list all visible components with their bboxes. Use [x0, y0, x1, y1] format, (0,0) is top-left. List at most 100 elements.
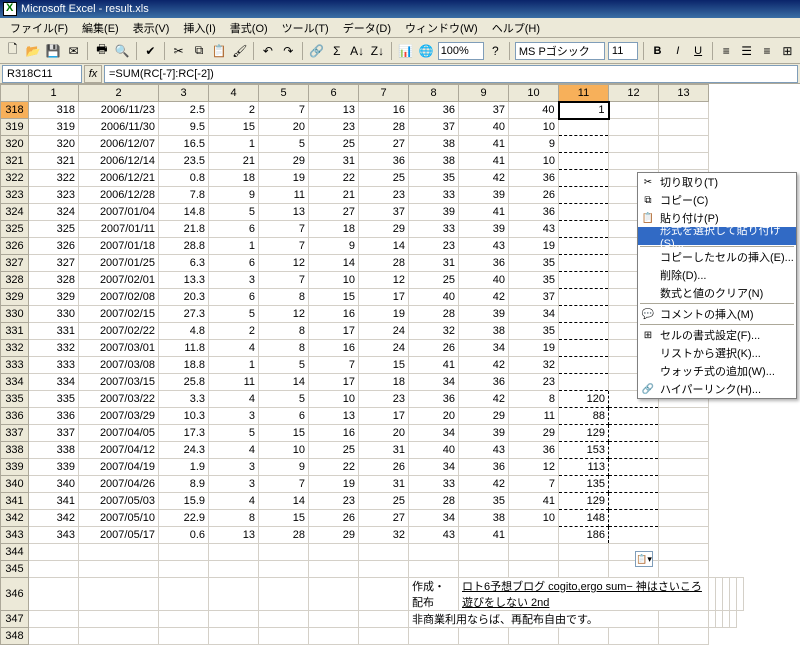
row-header[interactable]: 326: [1, 238, 29, 255]
row-header[interactable]: 322: [1, 170, 29, 187]
sum-icon[interactable]: Σ: [328, 41, 345, 61]
cell[interactable]: 34: [509, 306, 559, 323]
cell[interactable]: 1.9: [159, 459, 209, 476]
cell[interactable]: [29, 578, 79, 611]
cell[interactable]: 16: [359, 102, 409, 119]
cell[interactable]: [209, 628, 259, 645]
cell[interactable]: 341: [29, 493, 79, 510]
cell[interactable]: 21.8: [159, 221, 209, 238]
menu-tools[interactable]: ツール(T): [276, 18, 335, 38]
cell[interactable]: 6: [209, 255, 259, 272]
cell[interactable]: [659, 136, 709, 153]
col-header[interactable]: 4: [209, 85, 259, 102]
cell[interactable]: 31: [309, 153, 359, 170]
align-center-icon[interactable]: ☰: [738, 41, 755, 61]
cell[interactable]: 3: [209, 272, 259, 289]
cell[interactable]: 10: [259, 442, 309, 459]
cell[interactable]: 7: [259, 238, 309, 255]
cell[interactable]: 18: [309, 221, 359, 238]
copy-icon[interactable]: ⧉: [190, 41, 207, 61]
cell[interactable]: [709, 578, 716, 611]
cell[interactable]: 28: [409, 306, 459, 323]
menu-data[interactable]: データ(D): [337, 18, 397, 38]
cell[interactable]: 39: [459, 187, 509, 204]
cell[interactable]: 88: [559, 408, 609, 425]
cell[interactable]: 39: [459, 306, 509, 323]
cell[interactable]: [209, 611, 259, 628]
cell[interactable]: 329: [29, 289, 79, 306]
cell[interactable]: 23: [309, 119, 359, 136]
cell[interactable]: 10: [509, 119, 559, 136]
cell[interactable]: 2007/05/17: [79, 527, 159, 544]
cell[interactable]: 113: [559, 459, 609, 476]
fontsize-select[interactable]: [608, 42, 638, 60]
cell[interactable]: 186: [559, 527, 609, 544]
ctx-insert[interactable]: コピーしたセルの挿入(E)...: [638, 248, 796, 266]
cell[interactable]: 37: [459, 102, 509, 119]
spell-icon[interactable]: ✔: [142, 41, 159, 61]
zoom-input[interactable]: [438, 42, 484, 60]
cell[interactable]: [559, 221, 609, 238]
cell[interactable]: [459, 544, 509, 561]
cell[interactable]: [29, 611, 79, 628]
cell[interactable]: [716, 578, 723, 611]
menu-window[interactable]: ウィンドウ(W): [399, 18, 484, 38]
cell[interactable]: [309, 561, 359, 578]
cell[interactable]: 324: [29, 204, 79, 221]
cell[interactable]: 2007/04/26: [79, 476, 159, 493]
row-header[interactable]: 324: [1, 204, 29, 221]
cell[interactable]: 27: [309, 204, 359, 221]
cell[interactable]: [659, 527, 709, 544]
cell[interactable]: 28.8: [159, 238, 209, 255]
cell[interactable]: [209, 578, 259, 611]
cell[interactable]: [559, 119, 609, 136]
menu-help[interactable]: ヘルプ(H): [486, 18, 546, 38]
cell[interactable]: [359, 544, 409, 561]
cell[interactable]: [559, 204, 609, 221]
cell[interactable]: 20: [359, 425, 409, 442]
cell[interactable]: 5: [259, 391, 309, 408]
col-header[interactable]: 11: [559, 85, 609, 102]
cell[interactable]: 19: [509, 340, 559, 357]
col-header[interactable]: 13: [659, 85, 709, 102]
cell[interactable]: [359, 561, 409, 578]
cell[interactable]: [723, 611, 730, 628]
cell[interactable]: [659, 459, 709, 476]
cell[interactable]: 34: [459, 340, 509, 357]
cell[interactable]: 28: [259, 527, 309, 544]
cell[interactable]: 16: [309, 306, 359, 323]
cell[interactable]: 13: [209, 527, 259, 544]
row-header[interactable]: 329: [1, 289, 29, 306]
cell[interactable]: 22.9: [159, 510, 209, 527]
cell[interactable]: [609, 102, 659, 119]
cell[interactable]: 42: [459, 357, 509, 374]
cell[interactable]: 2007/03/01: [79, 340, 159, 357]
paste-icon[interactable]: 📋: [211, 41, 228, 61]
row-header[interactable]: 341: [1, 493, 29, 510]
cell[interactable]: 16.5: [159, 136, 209, 153]
cell[interactable]: [79, 611, 159, 628]
cell[interactable]: [659, 102, 709, 119]
cell[interactable]: [559, 628, 609, 645]
row-header[interactable]: 320: [1, 136, 29, 153]
cell[interactable]: 25: [359, 493, 409, 510]
cell[interactable]: 331: [29, 323, 79, 340]
cell[interactable]: [737, 578, 744, 611]
cell[interactable]: 42: [459, 170, 509, 187]
cell[interactable]: 2: [209, 102, 259, 119]
row-header[interactable]: 345: [1, 561, 29, 578]
cell[interactable]: 339: [29, 459, 79, 476]
cell[interactable]: [609, 527, 659, 544]
cell[interactable]: 2007/01/18: [79, 238, 159, 255]
row-header[interactable]: 325: [1, 221, 29, 238]
cell[interactable]: 322: [29, 170, 79, 187]
cell[interactable]: 36: [459, 374, 509, 391]
cell[interactable]: [259, 611, 309, 628]
ctx-comment[interactable]: 💬コメントの挿入(M): [638, 305, 796, 323]
cell[interactable]: [659, 119, 709, 136]
cell[interactable]: 35: [509, 272, 559, 289]
cell[interactable]: 12: [259, 255, 309, 272]
cell[interactable]: 18: [209, 170, 259, 187]
cell[interactable]: 41: [459, 527, 509, 544]
row-header[interactable]: 327: [1, 255, 29, 272]
